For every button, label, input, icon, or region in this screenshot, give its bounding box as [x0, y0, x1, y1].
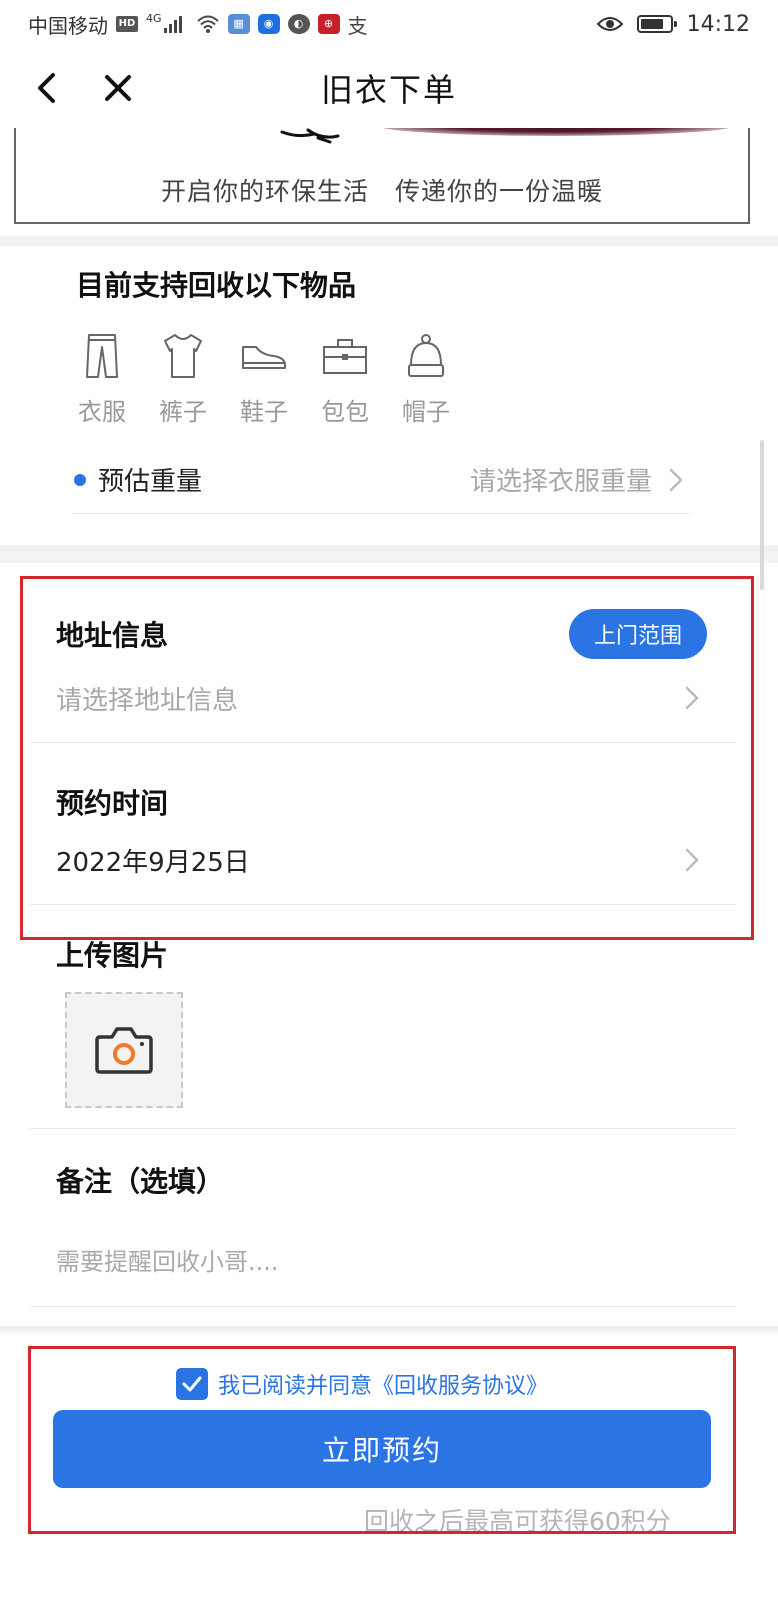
- item-label: 衣服: [78, 398, 126, 426]
- supported-items-list: 衣服 裤子 鞋子 包包 帽子: [72, 330, 456, 427]
- battery-icon: [636, 15, 677, 33]
- agreement-checkbox[interactable]: [176, 1368, 208, 1400]
- hat-icon: [401, 330, 451, 382]
- clock: 14:12: [686, 11, 750, 37]
- address-title: 地址信息: [56, 619, 169, 652]
- app-circle-icon: ◐: [287, 14, 310, 34]
- banner: 开启你的环保生活 传递你的一份温暖: [14, 128, 750, 224]
- item-pants: 裤子: [153, 330, 213, 427]
- carrier-label: 中国移动: [28, 13, 108, 38]
- app-notification-icon: ▦: [227, 14, 250, 34]
- hd-icon: HD: [116, 16, 138, 32]
- chevron-right-icon: [678, 846, 706, 874]
- divider: [30, 904, 736, 905]
- close-icon: [105, 75, 131, 101]
- agreement-link[interactable]: 我已阅读并同意《回收服务协议》: [218, 1368, 548, 1400]
- signal-icon: [163, 15, 188, 33]
- item-bags: 包包: [315, 330, 375, 427]
- chevron-right-icon: [678, 684, 706, 712]
- item-label: 鞋子: [240, 398, 288, 426]
- bank-app-icon: ⊕: [317, 14, 340, 34]
- section-gap: [0, 545, 778, 563]
- weight-placeholder: 请选择衣服重量: [469, 467, 652, 497]
- nav-bar: 旧衣下单: [0, 48, 778, 128]
- appointment-time-value: 2022年9月25日: [56, 847, 250, 878]
- upload-title: 上传图片: [56, 939, 169, 972]
- close-button[interactable]: [92, 62, 144, 114]
- required-dot: [74, 473, 86, 486]
- address-placeholder: 请选择地址信息: [56, 685, 239, 716]
- weight-label: 预估重量: [98, 467, 203, 497]
- service-range-button[interactable]: 上门范围: [569, 609, 707, 659]
- banner-slogan: 开启你的环保生活 传递你的一份温暖: [160, 177, 603, 206]
- shoe-icon: [239, 330, 289, 382]
- banner-image: [376, 128, 736, 136]
- lightbulb-icon: ◉: [257, 14, 280, 34]
- item-hats: 帽子: [396, 330, 456, 427]
- book-now-button[interactable]: 立即预约: [53, 1410, 711, 1488]
- banner-calligraphy: [280, 128, 340, 144]
- agreement-row[interactable]: 我已阅读并同意《回收服务协议》: [176, 1368, 548, 1400]
- pants-icon: [77, 330, 127, 382]
- chevron-left-icon: [38, 73, 55, 103]
- divider: [30, 742, 736, 743]
- status-left: 中国移动 HD 4G ▦ ◉ ◐ ⊕ 支: [28, 10, 368, 39]
- status-bar: 中国移动 HD 4G ▦ ◉ ◐ ⊕ 支 14:12: [0, 0, 778, 48]
- appointment-time-title: 预约时间: [56, 787, 169, 820]
- eye-icon: [596, 17, 623, 31]
- note-title: 备注（选填）: [56, 1165, 225, 1198]
- scrollbar[interactable]: [760, 440, 764, 590]
- supported-items-title: 目前支持回收以下物品: [76, 269, 357, 302]
- points-note: 回收之后最高可获得60积分: [364, 1507, 671, 1536]
- item-shoes: 鞋子: [234, 330, 294, 427]
- item-label: 帽子: [402, 398, 450, 426]
- network-type: 4G: [146, 11, 162, 25]
- item-label: 裤子: [159, 398, 207, 426]
- chevron-right-icon: [662, 466, 690, 494]
- note-input[interactable]: [56, 1240, 706, 1284]
- back-button[interactable]: [20, 62, 72, 114]
- bag-icon: [320, 330, 370, 382]
- camera-icon: [95, 1027, 153, 1074]
- appointment-time-selector[interactable]: 2022年9月25日: [56, 832, 706, 888]
- upload-photo-button[interactable]: [65, 992, 183, 1108]
- status-right: 14:12: [596, 11, 750, 37]
- divider: [30, 1306, 736, 1307]
- weight-selector[interactable]: 预估重量 请选择衣服重量: [72, 446, 690, 514]
- wifi-icon: [196, 15, 219, 33]
- check-icon: [182, 1376, 202, 1392]
- shirt-icon: [158, 330, 208, 382]
- address-selector[interactable]: 请选择地址信息: [56, 670, 706, 726]
- section-gap: [0, 236, 778, 246]
- divider: [30, 1128, 736, 1129]
- alipay-icon: 支: [347, 13, 368, 38]
- bottom-bar-shadow: [0, 1326, 778, 1336]
- item-clothes: 衣服: [72, 330, 132, 427]
- item-label: 包包: [321, 398, 369, 426]
